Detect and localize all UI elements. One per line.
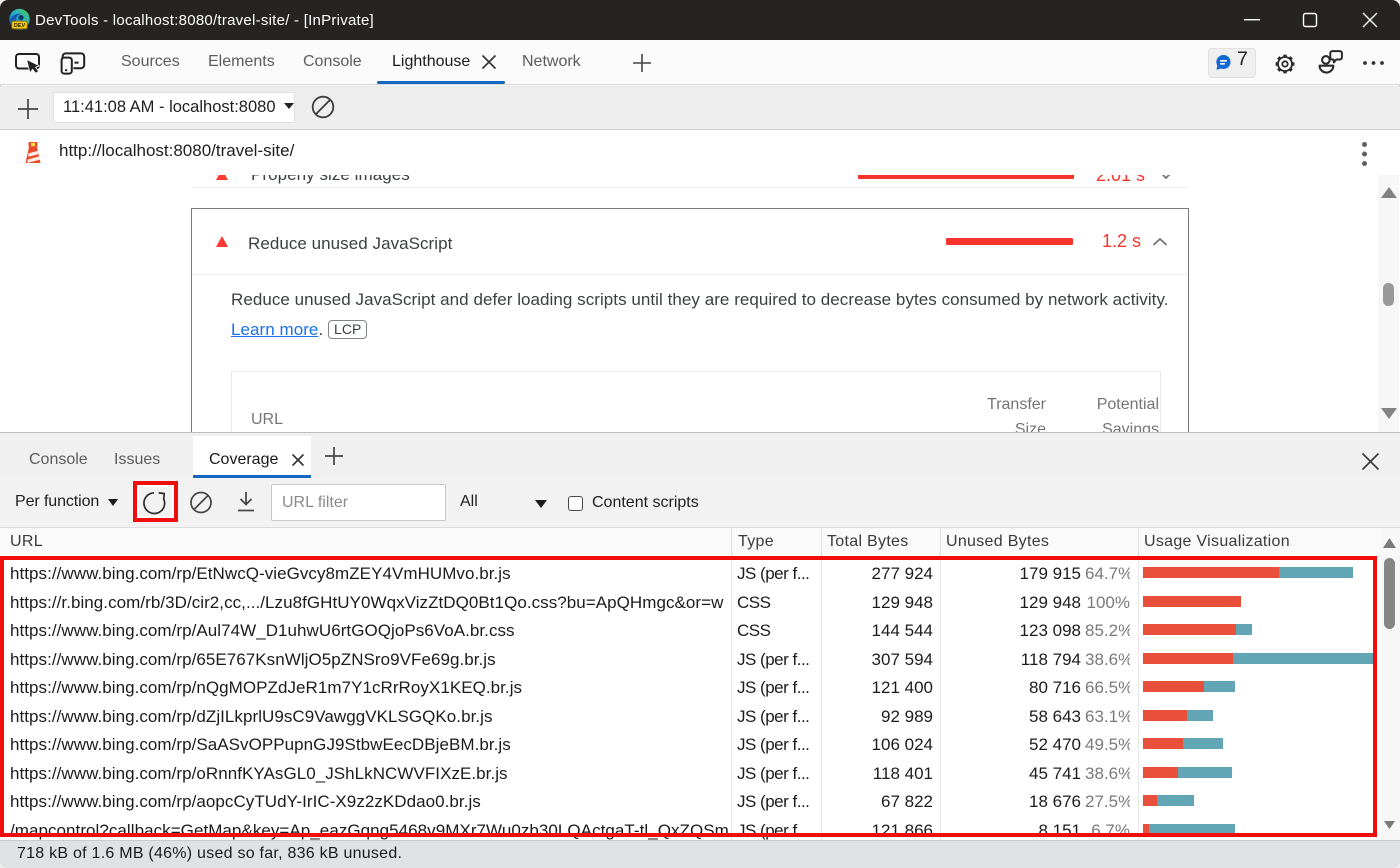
svg-text:DEV: DEV <box>14 23 25 29</box>
